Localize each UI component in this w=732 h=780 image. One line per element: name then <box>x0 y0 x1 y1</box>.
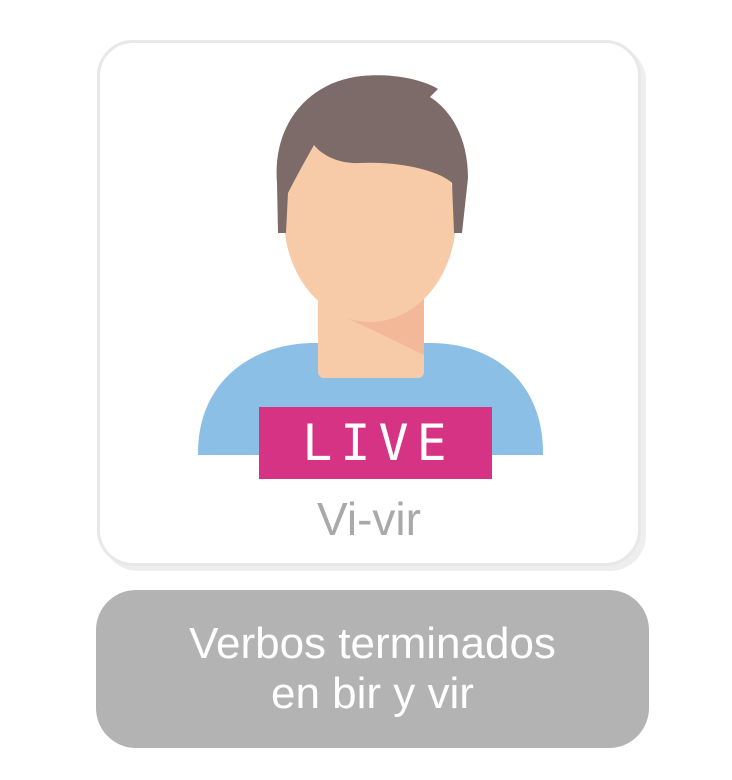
flashcard: LIVE Vi-vir <box>97 40 641 566</box>
syllable-word: Vi-vir <box>317 493 421 545</box>
live-badge: LIVE <box>259 407 492 479</box>
caption-line-2: en bir y vir <box>271 669 474 718</box>
caption-label: Verbos terminados en bir y vir <box>96 590 649 748</box>
caption-line-1: Verbos terminados <box>189 619 556 668</box>
